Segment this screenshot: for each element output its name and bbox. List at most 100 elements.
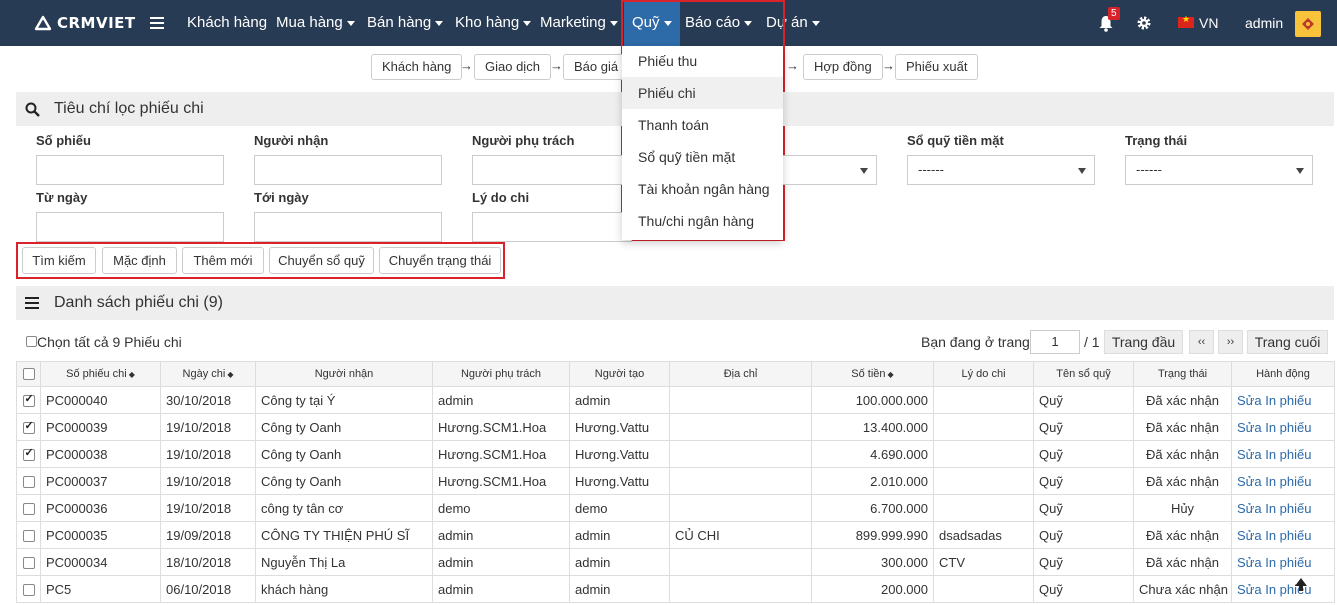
- table-cell: Công ty Oanh: [255, 440, 433, 468]
- brand-logo[interactable]: CRMVIET: [34, 13, 136, 33]
- nav-label: Bán hàng: [367, 14, 432, 31]
- menu-item-tai-khoan-ngan-hang[interactable]: Tài khoản ngân hàng: [622, 173, 783, 205]
- menu-item-so-quy-tien-mat[interactable]: Sổ quỹ tiền mặt: [622, 141, 783, 173]
- table-row[interactable]: PC00003919/10/2018Công ty OanhHương.SCM1…: [16, 413, 1335, 441]
- next-page-button[interactable]: ››: [1218, 330, 1243, 354]
- ly-do-chi-input[interactable]: [472, 212, 632, 242]
- row-checkbox[interactable]: [22, 503, 35, 516]
- trang-thai-select[interactable]: ------: [1125, 155, 1313, 185]
- table-row[interactable]: PC000037 19/10/2018 Công ty Oanh Hương.SCM1…: [16, 467, 1335, 495]
- row-actions[interactable]: Sửa In phiếu: [1231, 521, 1335, 549]
- nguoi-nhan-input[interactable]: [254, 155, 442, 185]
- menu-item-thanh-toan[interactable]: Thanh toán: [622, 109, 783, 141]
- vietnam-flag-icon[interactable]: [1178, 14, 1194, 28]
- so-quy-select[interactable]: ------: [907, 155, 1095, 185]
- flow-step-khach-hang[interactable]: Khách hàng: [371, 54, 463, 80]
- row-checkbox-cell[interactable]: [16, 413, 41, 441]
- menu-item-phieu-thu[interactable]: Phiếu thu: [622, 45, 783, 77]
- row-actions[interactable]: Sửa In phiếu: [1231, 386, 1335, 414]
- row-checkbox-cell[interactable]: [16, 386, 41, 414]
- col-header[interactable]: Số phiếu chi ◆: [40, 361, 161, 387]
- label-tu-ngay: Từ ngày: [36, 190, 88, 205]
- nav-marketing[interactable]: Marketing: [540, 0, 618, 46]
- table-cell: [669, 467, 812, 495]
- page-number-input[interactable]: 1: [1030, 330, 1080, 354]
- so-phieu-input[interactable]: [36, 155, 224, 185]
- table-row[interactable]: PC00003819/10/2018Công ty OanhHương.SCM1…: [16, 440, 1335, 468]
- row-checkbox[interactable]: [22, 446, 35, 462]
- select-all-control[interactable]: Chọn tất cả 9 Phiếu chi: [26, 334, 182, 350]
- table-row[interactable]: PC5 06/10/2018 khách hàng admin admin 200.000…: [16, 575, 1335, 603]
- gear-icon[interactable]: [1136, 15, 1152, 31]
- select-caret-icon: [860, 168, 868, 174]
- table-cell: Đã xác nhận: [1133, 548, 1232, 576]
- language-label[interactable]: VN: [1199, 0, 1218, 46]
- search-icon: [25, 102, 40, 117]
- first-page-button[interactable]: Trang đầu: [1104, 330, 1183, 354]
- flow-step-hop-dong[interactable]: Hợp đồng: [803, 54, 883, 80]
- scroll-to-top-icon[interactable]: [1293, 576, 1309, 592]
- row-checkbox-cell[interactable]: [16, 575, 41, 603]
- col-header[interactable]: Số tiền ◆: [811, 361, 934, 387]
- nguoi-phu-trach-input[interactable]: [472, 155, 632, 185]
- table-row[interactable]: PC000034 18/10/2018 Nguyễn Thị La admin admi…: [16, 548, 1335, 576]
- hidden-select[interactable]: [782, 155, 877, 185]
- row-actions[interactable]: Sửa In phiếu: [1231, 440, 1335, 468]
- menu-toggle-icon[interactable]: [150, 17, 164, 29]
- row-checkbox-cell[interactable]: [16, 467, 41, 495]
- menu-item-phieu-chi[interactable]: Phiếu chi: [622, 77, 783, 109]
- nav-ban-hang[interactable]: Bán hàng: [367, 0, 444, 46]
- table-cell: 899.999.990: [811, 521, 934, 549]
- nav-kho-hang[interactable]: Kho hàng: [455, 0, 532, 46]
- row-checkbox[interactable]: [22, 584, 35, 597]
- row-actions[interactable]: Sửa In phiếu: [1231, 575, 1335, 603]
- col-header: Người phụ trách: [432, 361, 570, 387]
- table-cell: [933, 386, 1034, 414]
- row-checkbox[interactable]: [22, 476, 35, 489]
- table-cell: [669, 575, 812, 603]
- table-row[interactable]: PC000036 19/10/2018 công ty tân cơ demo demo…: [16, 494, 1335, 522]
- user-name[interactable]: admin: [1245, 0, 1283, 46]
- row-checkbox[interactable]: [22, 530, 35, 543]
- last-page-button[interactable]: Trang cuối: [1247, 330, 1328, 354]
- table-cell: CTV: [933, 548, 1034, 576]
- prev-page-button[interactable]: ‹‹: [1189, 330, 1214, 354]
- header-checkbox[interactable]: [22, 368, 35, 381]
- flow-step-phieu-xuat[interactable]: Phiếu xuất: [895, 54, 979, 80]
- row-checkbox[interactable]: [22, 557, 35, 570]
- row-checkbox-cell[interactable]: [16, 440, 41, 468]
- nav-mua-hang[interactable]: Mua hàng: [276, 0, 355, 46]
- header-checkbox-cell[interactable]: [16, 361, 41, 387]
- row-actions[interactable]: Sửa In phiếu: [1231, 494, 1335, 522]
- table-cell: Hương.SCM1.Hoa: [432, 413, 570, 441]
- row-checkbox[interactable]: [22, 392, 35, 408]
- avatar[interactable]: [1295, 11, 1321, 37]
- row-actions[interactable]: Sửa In phiếu: [1231, 413, 1335, 441]
- table-cell: 19/10/2018: [160, 440, 256, 468]
- row-checkbox[interactable]: [22, 419, 35, 435]
- row-checkbox-cell[interactable]: [16, 494, 41, 522]
- row-actions[interactable]: Sửa In phiếu: [1231, 548, 1335, 576]
- flow-step-bao-gia[interactable]: Báo giá: [563, 54, 630, 80]
- row-actions[interactable]: Sửa In phiếu: [1231, 467, 1335, 495]
- table-cell: Quỹ: [1033, 386, 1134, 414]
- table-cell: Quỹ: [1033, 440, 1134, 468]
- col-header: Người tạo: [569, 361, 670, 387]
- menu-item-thu-chi-ngan-hang[interactable]: Thu/chi ngân hàng: [622, 205, 783, 237]
- table-cell: Đã xác nhận: [1133, 521, 1232, 549]
- table-row[interactable]: PC000035 19/09/2018 CÔNG TY THIỆN PHÚ SĨ ad…: [16, 521, 1335, 549]
- nav-khach-hang[interactable]: Khách hàng: [187, 0, 267, 46]
- col-header[interactable]: Ngày chi ◆: [160, 361, 256, 387]
- tu-ngay-input[interactable]: [36, 212, 224, 242]
- table-cell: 30/10/2018: [160, 386, 256, 414]
- flow-arrow-icon: →: [882, 58, 895, 73]
- table-cell: 100.000.000: [811, 386, 934, 414]
- flow-step-giao-dich[interactable]: Giao dịch: [474, 54, 551, 80]
- expense-table: Số phiếu chi ◆ Ngày chi ◆ Người nhận Người…: [16, 361, 1335, 603]
- row-checkbox-cell[interactable]: [16, 548, 41, 576]
- select-all-checkbox[interactable]: [26, 336, 37, 347]
- table-row[interactable]: PC00004030/10/2018Công ty tại Ýadminadmi…: [16, 386, 1335, 414]
- row-checkbox-cell[interactable]: [16, 521, 41, 549]
- cloud-logo-icon: [34, 15, 52, 31]
- toi-ngay-input[interactable]: [254, 212, 442, 242]
